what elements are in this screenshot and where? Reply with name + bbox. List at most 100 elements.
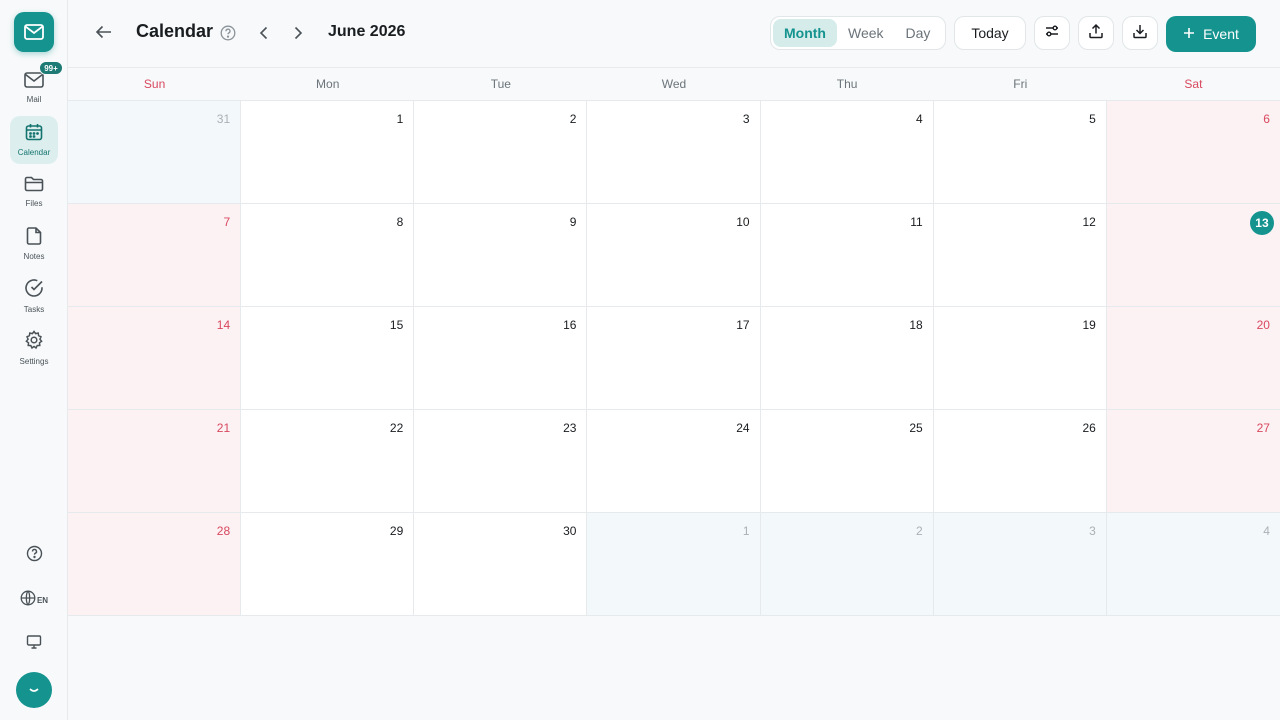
day-number: 24 (736, 421, 750, 435)
day-cell[interactable]: 21 (68, 410, 242, 513)
day-cell[interactable]: 8 (241, 204, 415, 307)
next-month-button[interactable] (290, 24, 306, 47)
day-cell[interactable]: 3 (933, 513, 1107, 616)
sidebar-item-calendar[interactable]: Calendar (10, 116, 58, 164)
day-cell[interactable]: 17 (587, 307, 761, 410)
day-cell[interactable]: 5 (933, 101, 1107, 204)
month-grid: Sun Mon Tue Wed Thu Fri Sat 31 1 2 3 4 5 6 7 8 9 10 11 12 1… (68, 68, 1280, 616)
day-cell[interactable]: 11 (760, 204, 934, 307)
day-number: 30 (563, 524, 577, 538)
display-button[interactable] (0, 634, 68, 654)
day-cell[interactable]: 20 (1106, 307, 1280, 410)
current-month-label: June 2026 (328, 23, 406, 40)
day-cell[interactable]: 2 (760, 513, 934, 616)
day-cell[interactable]: 2 (414, 101, 588, 204)
sidebar-item-notes[interactable]: Notes (10, 220, 58, 268)
day-number: 3 (1089, 524, 1096, 538)
day-cell[interactable]: 30 (414, 513, 588, 616)
day-cell[interactable]: 31 (68, 101, 242, 204)
weekday-label: Fri (1013, 77, 1028, 91)
day-number: 16 (563, 318, 577, 332)
view-month-button[interactable]: Month (773, 19, 837, 47)
app-logo-mail-icon[interactable] (14, 12, 54, 52)
day-cell[interactable]: 1 (587, 513, 761, 616)
day-cell[interactable]: 19 (933, 307, 1107, 410)
language-selector[interactable]: EN (0, 590, 68, 610)
new-event-button[interactable]: Event (1166, 16, 1256, 52)
download-button[interactable] (1122, 16, 1158, 50)
unread-badge: 99+ (39, 61, 63, 75)
day-cell[interactable]: 16 (414, 307, 588, 410)
day-number: 11 (910, 215, 923, 229)
weekday-label: Sun (143, 77, 166, 91)
plus-icon (1183, 26, 1195, 42)
sidebar-item-tasks[interactable]: Tasks (10, 272, 58, 320)
day-cell[interactable]: 14 (68, 307, 242, 410)
day-cell[interactable]: 28 (68, 513, 242, 616)
day-cell[interactable]: 24 (587, 410, 761, 513)
day-cell[interactable]: 12 (933, 204, 1107, 307)
check-circle-icon (24, 278, 44, 303)
day-cell[interactable]: 22 (241, 410, 415, 513)
day-cell[interactable]: 29 (241, 513, 415, 616)
day-cell[interactable]: 13 (1106, 204, 1280, 307)
new-event-label: Event (1203, 26, 1239, 42)
day-cell[interactable]: 25 (760, 410, 934, 513)
day-number: 8 (396, 215, 404, 229)
help-circle-icon (220, 25, 236, 46)
day-number: 2 (569, 112, 577, 126)
day-cell[interactable]: 9 (414, 204, 588, 307)
day-number: 5 (1089, 112, 1096, 126)
day-cell[interactable]: 23 (414, 410, 588, 513)
day-number: 22 (389, 421, 404, 435)
day-cell[interactable]: 6 (1106, 101, 1280, 204)
previous-month-button[interactable] (256, 24, 272, 47)
weekday-header: Sun Mon Tue Wed Thu Fri Sat (68, 68, 1280, 101)
view-week-button[interactable]: Week (837, 19, 895, 47)
day-number: 17 (736, 318, 750, 332)
day-cell[interactable]: 10 (587, 204, 761, 307)
day-cell[interactable]: 4 (760, 101, 934, 204)
day-cell[interactable]: 4 (1106, 513, 1280, 616)
day-cell[interactable]: 15 (241, 307, 415, 410)
weekday-label: Sat (1184, 77, 1203, 91)
day-cell[interactable]: 18 (760, 307, 934, 410)
upload-button[interactable] (1078, 16, 1114, 50)
day-number: 7 (223, 215, 231, 229)
day-number: 10 (736, 215, 750, 229)
back-button[interactable] (94, 22, 114, 47)
avatar-face-icon (29, 688, 39, 692)
help-button[interactable] (220, 25, 236, 46)
avatar[interactable] (16, 672, 52, 708)
day-cell[interactable]: 3 (587, 101, 761, 204)
filter-button[interactable] (1034, 16, 1070, 50)
day-number: 1 (396, 112, 404, 126)
sidebar-item-label: Notes (23, 252, 45, 261)
sidebar-item-settings[interactable]: Settings (10, 324, 58, 372)
help-button[interactable] (0, 545, 68, 566)
day-cell[interactable]: 27 (1106, 410, 1280, 513)
mail-icon (24, 72, 44, 93)
language-code: EN (36, 595, 49, 605)
day-number: 29 (389, 524, 404, 538)
day-cell[interactable]: 7 (68, 204, 242, 307)
sidebar-item-label: Tasks (23, 305, 45, 314)
today-button[interactable]: Today (954, 16, 1026, 50)
sidebar-item-mail[interactable]: 99+ Mail (10, 61, 63, 112)
day-cell[interactable]: 26 (933, 410, 1107, 513)
upload-icon (1088, 23, 1104, 44)
today-day-number: 13 (1249, 211, 1274, 235)
day-number: 28 (216, 524, 231, 538)
day-number: 3 (742, 112, 750, 126)
chevron-right-icon (290, 24, 306, 47)
day-number: 25 (909, 421, 923, 435)
sidebar-item-files[interactable]: Files (10, 168, 58, 216)
day-number: 23 (563, 421, 577, 435)
monitor-icon (26, 634, 42, 655)
globe-icon (20, 590, 36, 611)
day-cell[interactable]: 1 (241, 101, 415, 204)
day-number: 14 (216, 318, 231, 332)
day-number: 20 (1256, 318, 1270, 332)
view-day-button[interactable]: Day (895, 19, 942, 47)
sliders-icon (1044, 23, 1060, 44)
